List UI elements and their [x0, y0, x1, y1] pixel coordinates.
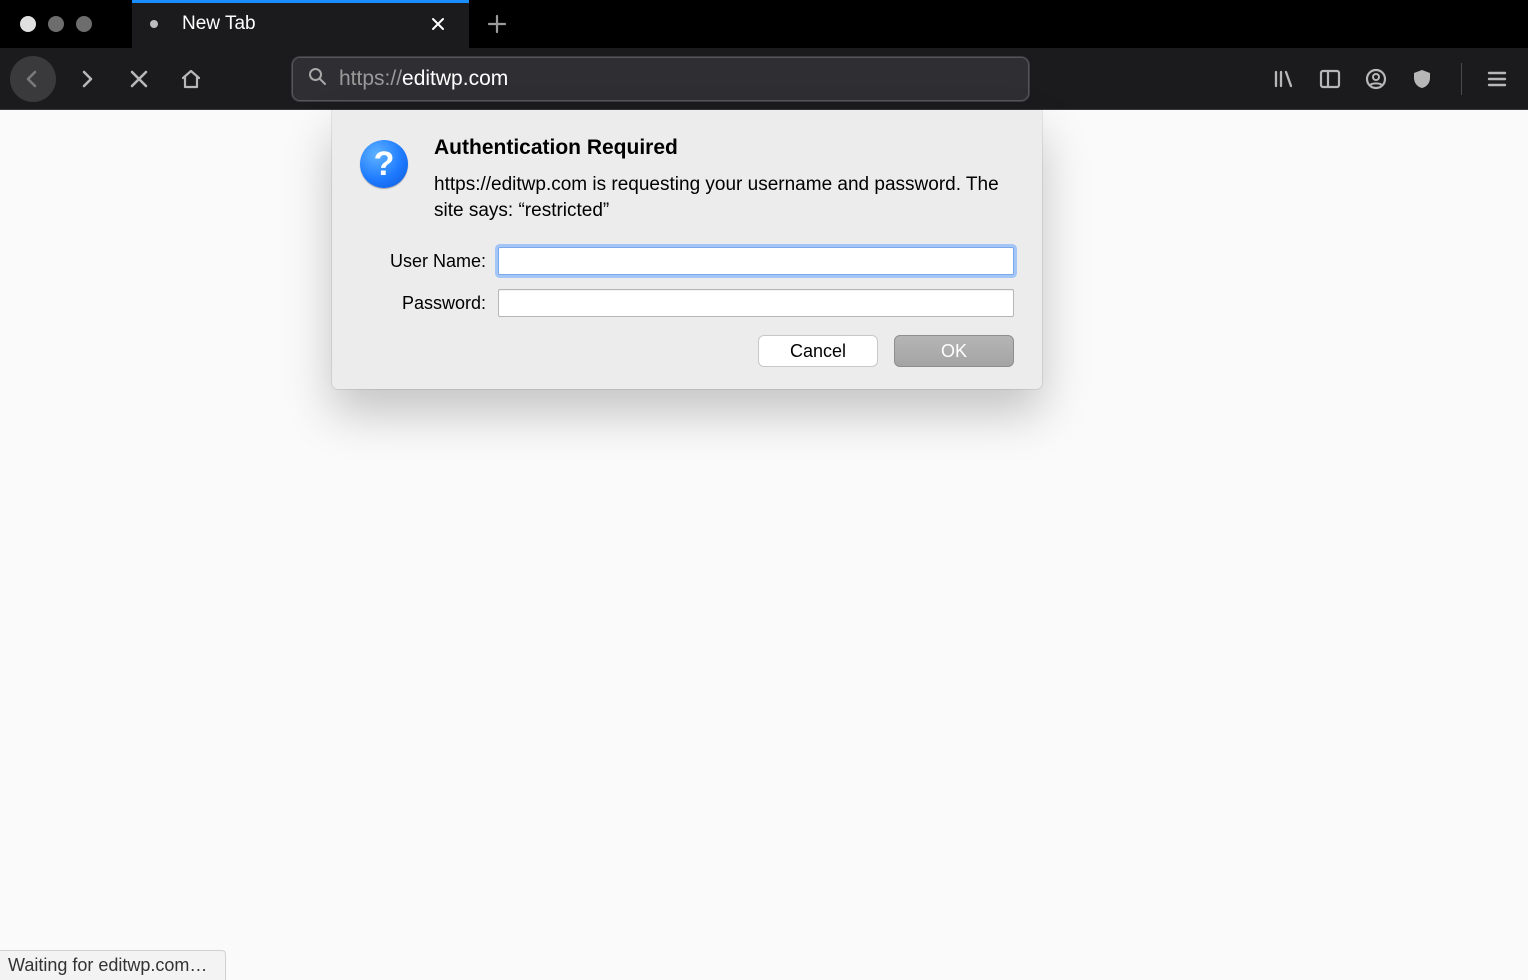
page-content: ? Authentication Required https://editwp… [0, 110, 1528, 980]
back-button[interactable] [10, 56, 56, 102]
titlebar: New Tab [0, 0, 1528, 48]
url-text: https://editwp.com [339, 67, 508, 91]
url-bar[interactable]: https://editwp.com [292, 57, 1029, 101]
window-minimize-dot[interactable] [48, 16, 64, 32]
username-label: User Name: [360, 251, 486, 272]
dialog-title: Authentication Required [434, 136, 1014, 160]
toolbar-right [1269, 63, 1518, 95]
menu-icon[interactable] [1482, 64, 1512, 94]
browser-tab[interactable]: New Tab [132, 0, 469, 48]
tab-loading-icon [150, 20, 158, 28]
window-zoom-dot[interactable] [76, 16, 92, 32]
tab-close-button[interactable] [425, 11, 451, 37]
navigation-toolbar: https://editwp.com [0, 48, 1528, 110]
search-icon [307, 66, 327, 91]
tab-title: New Tab [182, 13, 425, 35]
window-controls [0, 0, 132, 48]
url-domain: editwp.com [402, 67, 508, 90]
cancel-button[interactable]: Cancel [758, 335, 878, 367]
tab-active-indicator [132, 0, 469, 3]
ok-button[interactable]: OK [894, 335, 1014, 367]
new-tab-button[interactable] [473, 0, 521, 48]
url-protocol: https:// [339, 67, 402, 90]
auth-dialog: ? Authentication Required https://editwp… [332, 110, 1042, 389]
toolbar-separator [1461, 63, 1462, 95]
password-input[interactable] [498, 289, 1014, 317]
account-icon[interactable] [1361, 64, 1391, 94]
shield-icon[interactable] [1407, 64, 1437, 94]
window-close-dot[interactable] [20, 16, 36, 32]
question-icon: ? [360, 140, 408, 188]
library-icon[interactable] [1269, 64, 1299, 94]
username-input[interactable] [498, 247, 1014, 275]
dialog-description: https://editwp.com is requesting your us… [434, 172, 1014, 223]
stop-button[interactable] [118, 58, 160, 100]
password-label: Password: [360, 293, 486, 314]
status-bar: Waiting for editwp.com… [0, 950, 226, 980]
sidebar-icon[interactable] [1315, 64, 1345, 94]
home-button[interactable] [170, 58, 212, 100]
forward-button[interactable] [66, 58, 108, 100]
